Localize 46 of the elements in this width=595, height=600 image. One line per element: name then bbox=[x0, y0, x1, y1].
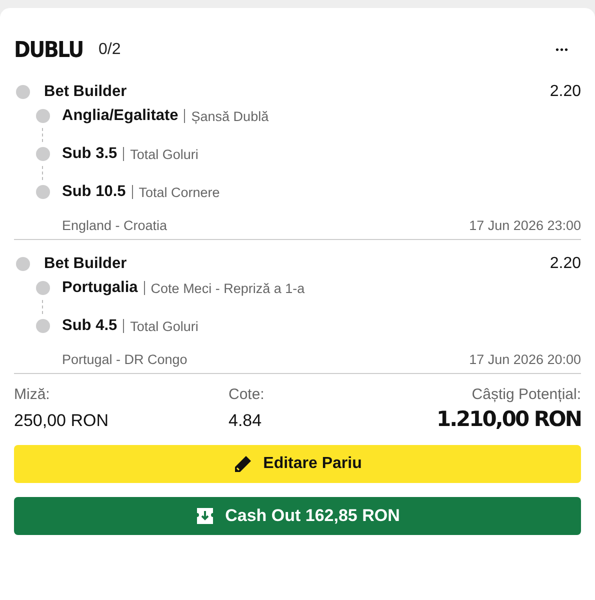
stake-label: Miză: bbox=[14, 386, 51, 403]
bet-odds: 2.20 bbox=[550, 83, 581, 101]
selection-market: Total Goluri bbox=[130, 318, 198, 334]
bet-dot-icon bbox=[16, 85, 30, 99]
selection-dot-icon bbox=[36, 147, 50, 161]
selection-market: Total Cornere bbox=[138, 184, 220, 200]
total-odds-value: 4.84 bbox=[228, 411, 263, 431]
selection-dot-icon bbox=[36, 281, 50, 295]
selection-pick: Sub 4.5 bbox=[62, 317, 118, 335]
separator-bar bbox=[123, 147, 124, 161]
selection-market: Șansă Dublă bbox=[191, 108, 269, 124]
selection-dot-icon bbox=[36, 185, 50, 199]
potential-win-value: 1.210,00 RON bbox=[436, 407, 581, 431]
selection-pick: Anglia/Egalitate bbox=[62, 107, 178, 125]
separator-bar bbox=[123, 319, 124, 333]
bet-count: 0/2 bbox=[98, 41, 121, 59]
connector-line bbox=[42, 128, 43, 142]
cash-out-button[interactable]: Cash Out 162,85 RON bbox=[14, 497, 581, 535]
potential-win-label: Câștig Potențial: bbox=[472, 386, 581, 403]
selection-dot-icon bbox=[36, 109, 50, 123]
odds-label: Cote: bbox=[228, 386, 264, 403]
more-menu-button[interactable]: ••• bbox=[543, 44, 581, 56]
selection-pick: Sub 10.5 bbox=[62, 183, 126, 201]
edit-bet-button[interactable]: Editare Pariu bbox=[14, 445, 581, 483]
stake-value: 250,00 RON bbox=[14, 411, 108, 431]
separator-bar bbox=[184, 109, 186, 123]
bet-odds: 2.20 bbox=[550, 255, 581, 273]
match-date: 17 Jun 2026 23:00 bbox=[469, 218, 581, 233]
match-name: Portugal - DR Congo bbox=[62, 352, 188, 367]
separator-bar bbox=[144, 281, 145, 295]
selection-dot-icon bbox=[36, 319, 50, 333]
selection-pick: Portugalia bbox=[62, 279, 138, 297]
bet-dot-icon bbox=[16, 257, 30, 271]
selection-market: Cote Meci - Repriză a 1-a bbox=[150, 280, 305, 296]
match-date: 17 Jun 2026 20:00 bbox=[469, 352, 581, 367]
selection-pick: Sub 3.5 bbox=[62, 145, 118, 163]
bet-name: Bet Builder bbox=[44, 255, 127, 273]
pencil-icon bbox=[233, 454, 254, 474]
connector-line bbox=[42, 300, 43, 314]
connector-line bbox=[42, 166, 43, 180]
bet-name: Bet Builder bbox=[44, 83, 127, 101]
separator-bar bbox=[132, 185, 133, 199]
bet-type-title: DUBLU bbox=[14, 38, 83, 62]
match-name: England - Croatia bbox=[62, 218, 168, 233]
cash-out-icon bbox=[195, 507, 216, 525]
selection-market: Total Goluri bbox=[130, 146, 198, 162]
